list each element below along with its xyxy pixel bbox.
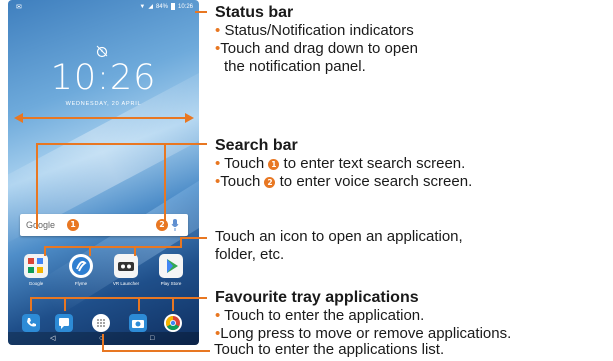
apps-row-bracket-tick bbox=[134, 246, 136, 256]
apps-row-leader bbox=[180, 237, 207, 239]
app-flyme[interactable]: Flyme bbox=[63, 254, 99, 286]
favourite-tray-bracket-tick bbox=[64, 297, 66, 311]
apps-row-bracket-tick bbox=[89, 246, 91, 256]
favourite-tray-bullet: • Touch to enter the application. bbox=[215, 307, 425, 324]
back-button[interactable]: ◁ bbox=[50, 335, 55, 342]
icon-callout: Touch an icon to open an application, fo… bbox=[215, 228, 463, 264]
chrome-icon[interactable] bbox=[164, 314, 182, 332]
battery-percent: 84% bbox=[155, 3, 168, 10]
flyme-icon bbox=[69, 254, 93, 278]
search-badge-1: 1 bbox=[67, 219, 79, 231]
signal-icon: ◢ bbox=[148, 4, 153, 10]
wifi-icon: ▼ bbox=[139, 3, 146, 10]
google-folder-icon bbox=[24, 254, 48, 278]
favourite-tray-bracket bbox=[30, 297, 207, 299]
recents-button[interactable]: □ bbox=[150, 335, 154, 342]
status-bar-leader bbox=[195, 11, 207, 13]
messages-icon[interactable] bbox=[55, 314, 73, 332]
apps-row-bracket-tick bbox=[44, 246, 46, 256]
app-vr-launcher[interactable]: VR Launcher bbox=[108, 254, 144, 286]
search-bar-leader-right bbox=[164, 143, 166, 229]
phone-icon[interactable] bbox=[22, 314, 40, 332]
lockscreen-clock: 10:26 bbox=[50, 58, 157, 98]
app-label: Google bbox=[28, 281, 44, 286]
search-bar-title: Search bar bbox=[215, 137, 298, 154]
camera-icon[interactable] bbox=[129, 314, 147, 332]
status-bar[interactable]: ✉ ▼ ◢ 84% 10:26 bbox=[8, 0, 199, 14]
notification-icon: ✉ bbox=[16, 4, 22, 11]
search-bar-leader bbox=[36, 143, 207, 145]
alarm-icon bbox=[96, 45, 108, 58]
status-bar-bullet-cont: the notification panel. bbox=[224, 58, 366, 75]
google-search-label[interactable]: Google bbox=[26, 220, 55, 230]
app-label: Flyme bbox=[74, 281, 88, 286]
apps-grid-icon[interactable] bbox=[92, 314, 110, 332]
favourite-tray-bracket-tick bbox=[172, 297, 174, 311]
status-bar-bullet: • Status/Notification indicators bbox=[215, 22, 414, 39]
status-bar-callout: Status bar • Status/Notification indicat… bbox=[215, 3, 418, 76]
icon-callout-line: folder, etc. bbox=[215, 246, 285, 263]
favourite-tray-callout: Favourite tray applications • Touch to e… bbox=[215, 288, 511, 343]
status-bar-title: Status bar bbox=[215, 4, 294, 21]
swipe-double-arrow bbox=[14, 113, 194, 123]
status-time: 10:26 bbox=[177, 3, 193, 10]
search-bar-leader-left bbox=[36, 143, 38, 229]
favourite-tray-bracket-tick bbox=[138, 297, 140, 311]
battery-icon bbox=[170, 3, 175, 10]
vr-icon bbox=[114, 254, 138, 278]
number-1-badge: 1 bbox=[268, 159, 280, 170]
app-label: Play Store bbox=[160, 281, 182, 286]
search-bar[interactable]: Google 1 2 bbox=[20, 214, 188, 236]
apps-row-bracket bbox=[44, 246, 180, 248]
status-bar-bullet: •Touch and drag down to open bbox=[215, 40, 418, 57]
app-label: VR Launcher bbox=[112, 281, 140, 286]
search-bar-callout: Search bar • Touch 1 to enter text searc… bbox=[215, 136, 472, 191]
favourite-tray-title: Favourite tray applications bbox=[215, 289, 419, 306]
number-2-badge: 2 bbox=[264, 177, 276, 188]
apps-list-callout: Touch to enter the applications list. bbox=[214, 341, 445, 358]
favourite-tray-bracket-tick bbox=[30, 297, 32, 311]
search-bar-bullet-2: •Touch 2 to enter voice search screen. bbox=[215, 173, 473, 190]
lockscreen-date: WEDNESDAY, 20 APRIL bbox=[65, 101, 142, 107]
app-play-store[interactable]: Play Store bbox=[153, 254, 189, 286]
play-store-icon bbox=[159, 254, 183, 278]
status-indicators: ▼ ◢ 84% 10:26 bbox=[139, 3, 193, 10]
apps-list-leader bbox=[102, 350, 210, 352]
app-google-folder[interactable]: Google bbox=[18, 254, 54, 286]
icon-callout-line: Touch an icon to open an application, bbox=[215, 228, 463, 245]
search-bar-bullet-1: • Touch 1 to enter text search screen. bbox=[215, 155, 466, 172]
favourite-tray bbox=[8, 314, 199, 332]
mic-icon[interactable] bbox=[171, 218, 179, 232]
search-badge-2: 2 bbox=[156, 219, 168, 231]
